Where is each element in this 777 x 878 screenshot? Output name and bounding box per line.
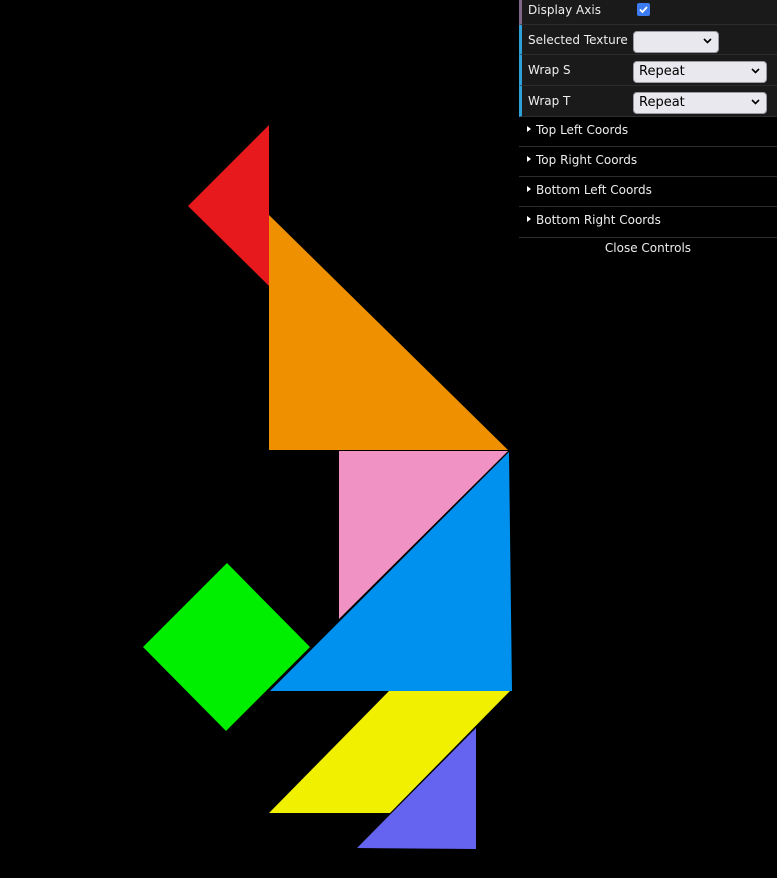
wrap-t-row[interactable]: Wrap T Repeat <box>519 86 777 117</box>
checkmark-icon <box>639 6 648 14</box>
orange-large-triangle <box>269 215 508 450</box>
chevron-down-icon <box>751 68 760 74</box>
red-small-triangle <box>188 125 269 286</box>
wrap-t-select[interactable]: Repeat <box>633 92 767 114</box>
folder-label: Bottom Right Coords <box>536 213 661 227</box>
chevron-down-icon <box>751 99 760 105</box>
wrap-t-label: Wrap T <box>528 94 571 108</box>
selected-texture-select[interactable] <box>633 31 719 53</box>
display-axis-row[interactable]: Display Axis <box>519 0 777 25</box>
folder-label: Top Left Coords <box>536 123 629 137</box>
caret-right-icon <box>527 126 531 132</box>
selected-texture-row[interactable]: Selected Texture <box>519 25 777 55</box>
folder-top-right-coords[interactable]: Top Right Coords <box>519 147 777 177</box>
wrap-s-label: Wrap S <box>528 63 571 77</box>
caret-right-icon <box>527 186 531 192</box>
controls-panel: Display Axis Selected Texture Wrap S Rep… <box>519 0 777 258</box>
caret-right-icon <box>527 156 531 162</box>
wrap-s-value: Repeat <box>639 64 685 79</box>
folder-bottom-left-coords[interactable]: Bottom Left Coords <box>519 177 777 207</box>
wrap-s-row[interactable]: Wrap S Repeat <box>519 55 777 86</box>
display-axis-checkbox[interactable] <box>637 3 650 16</box>
selected-texture-label: Selected Texture <box>528 33 628 47</box>
wrap-s-select[interactable]: Repeat <box>633 61 767 83</box>
display-axis-label: Display Axis <box>528 3 601 17</box>
folder-top-left-coords[interactable]: Top Left Coords <box>519 117 777 147</box>
wrap-t-value: Repeat <box>639 95 685 110</box>
caret-right-icon <box>527 216 531 222</box>
folder-bottom-right-coords[interactable]: Bottom Right Coords <box>519 207 777 238</box>
folder-label: Top Right Coords <box>536 153 638 167</box>
folder-label: Bottom Left Coords <box>536 183 652 197</box>
close-controls-button[interactable]: Close Controls <box>519 238 777 258</box>
green-square <box>143 563 310 731</box>
chevron-down-icon <box>703 38 712 44</box>
